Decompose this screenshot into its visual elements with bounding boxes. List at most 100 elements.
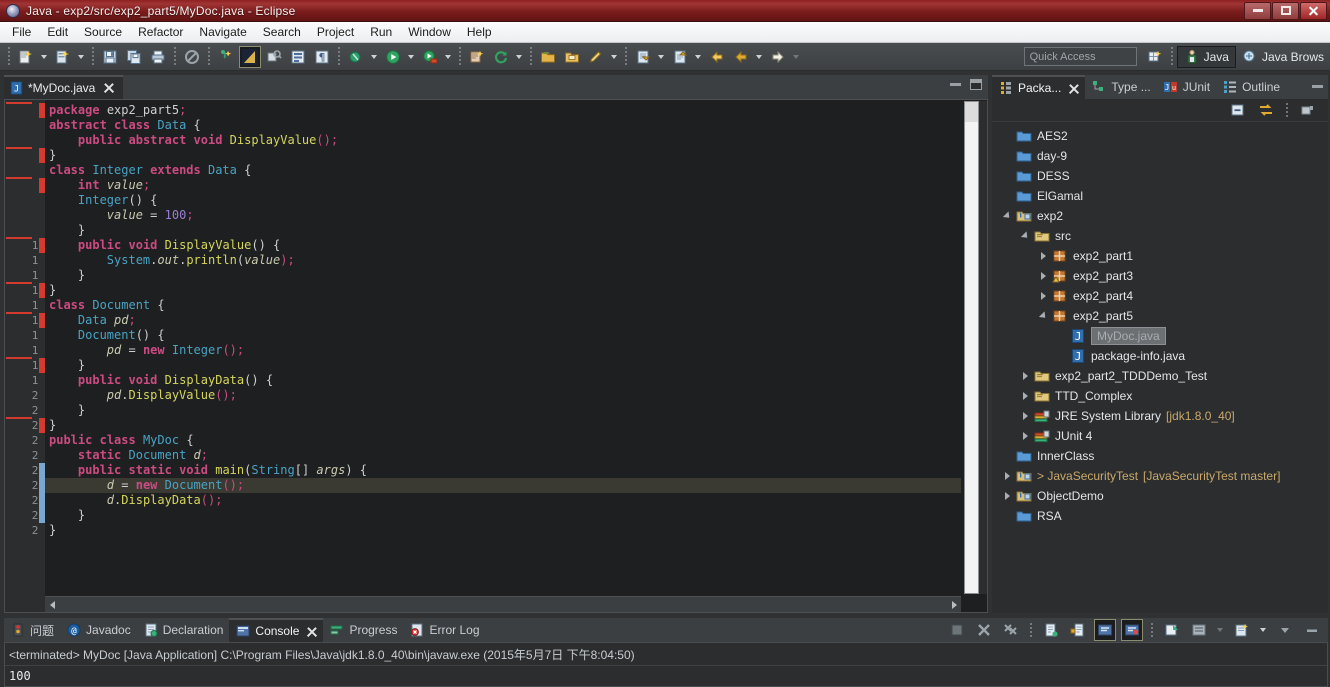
open-task-icon[interactable]: [537, 46, 559, 68]
link-with-editor-icon[interactable]: [1255, 99, 1277, 121]
code-line[interactable]: System.out.println(value);: [45, 253, 961, 268]
code-line[interactable]: Document() {: [45, 328, 961, 343]
expander-icon[interactable]: [1002, 490, 1015, 503]
scroll-left-icon[interactable]: [45, 598, 59, 612]
new-wizard-icon[interactable]: [15, 46, 37, 68]
collapse-all-icon[interactable]: [1227, 99, 1249, 121]
code-line[interactable]: d = new Document();: [45, 478, 961, 493]
expander-icon[interactable]: [1020, 230, 1033, 243]
menu-item-file[interactable]: File: [4, 23, 39, 41]
skip-breakpoints-dropdown-icon[interactable]: [368, 46, 379, 68]
tab-type-hierarchy[interactable]: Type ...: [1085, 75, 1156, 99]
expander-icon[interactable]: [1038, 270, 1051, 283]
run-icon[interactable]: [382, 46, 404, 68]
previous-annotation-dropdown-icon[interactable]: [692, 46, 703, 68]
minimize-icon[interactable]: [1301, 619, 1323, 641]
code-line[interactable]: package exp2_part5;: [45, 103, 961, 118]
editor-vertical-scroll-thumb[interactable]: [965, 102, 978, 122]
tree-item[interactable]: Jpackage-info.java: [992, 346, 1328, 366]
clear-console-icon[interactable]: [1040, 619, 1062, 641]
tree-item[interactable]: day-9: [992, 146, 1328, 166]
code-line[interactable]: }: [45, 148, 961, 163]
code-line[interactable]: static Document d;: [45, 448, 961, 463]
menu-item-help[interactable]: Help: [459, 23, 500, 41]
tree-item[interactable]: JRE System Library [jdk1.8.0_40]: [992, 406, 1328, 426]
expander-icon[interactable]: [1038, 310, 1051, 323]
menu-item-search[interactable]: Search: [255, 23, 309, 41]
expander-icon[interactable]: [1002, 470, 1015, 483]
edit-pencil-dropdown-icon[interactable]: [608, 46, 619, 68]
save-all-icon[interactable]: [123, 46, 145, 68]
display-selected-console-dropdown-icon[interactable]: [1214, 619, 1225, 641]
remove-all-terminated-icon[interactable]: [1000, 619, 1022, 641]
maximize-icon[interactable]: [970, 79, 982, 90]
editor-horizontal-scroll-track[interactable]: [59, 598, 947, 612]
code-line[interactable]: }: [45, 283, 961, 298]
expander-icon[interactable]: [1020, 430, 1033, 443]
code-line[interactable]: class Integer extends Data {: [45, 163, 961, 178]
tree-item[interactable]: TTD_Complex: [992, 386, 1328, 406]
tab-progress[interactable]: Progress: [323, 618, 403, 642]
project-tree[interactable]: AES2 day-9 DESS ElGamal exp2 src exp2_part1 exp…: [992, 122, 1328, 613]
code-line[interactable]: value = 100;: [45, 208, 961, 223]
refresh-dropdown-icon[interactable]: [513, 46, 524, 68]
tab-problems[interactable]: 问题: [4, 618, 60, 642]
new-junit-test-icon[interactable]: [466, 46, 488, 68]
minimize-icon[interactable]: [950, 83, 961, 86]
tree-item[interactable]: ElGamal: [992, 186, 1328, 206]
expander-icon[interactable]: [1038, 250, 1051, 263]
menu-item-navigate[interactable]: Navigate: [191, 23, 254, 41]
code-line[interactable]: abstract class Data {: [45, 118, 961, 133]
menu-item-refactor[interactable]: Refactor: [130, 23, 191, 41]
close-icon[interactable]: [306, 626, 317, 637]
scroll-lock-icon[interactable]: [1067, 619, 1089, 641]
code-line[interactable]: class Document {: [45, 298, 961, 313]
code-line[interactable]: pd = new Integer();: [45, 343, 961, 358]
window-maximize-button[interactable]: [1272, 1, 1299, 20]
code-line[interactable]: d.DisplayData();: [45, 493, 961, 508]
tree-item[interactable]: exp2_part4: [992, 286, 1328, 306]
tree-item[interactable]: > JavaSecurityTest [JavaSecurityTest mast…: [992, 466, 1328, 486]
tree-item[interactable]: J MyDoc.java: [992, 326, 1328, 346]
tab-outline[interactable]: Outline: [1216, 75, 1286, 99]
pin-console-icon[interactable]: [1161, 619, 1183, 641]
code-line[interactable]: public abstract void DisplayValue();: [45, 133, 961, 148]
expander-icon[interactable]: [1038, 290, 1051, 303]
print-icon[interactable]: [147, 46, 169, 68]
terminate-all-icon[interactable]: [946, 619, 968, 641]
close-icon[interactable]: [103, 82, 115, 94]
code-line[interactable]: public void DisplayData() {: [45, 373, 961, 388]
tree-item[interactable]: JUnit 4: [992, 426, 1328, 446]
tree-item[interactable]: RSA: [992, 506, 1328, 526]
console-body[interactable]: <terminated> MyDoc [Java Application] C:…: [4, 642, 1328, 687]
search-class-icon[interactable]: [263, 46, 285, 68]
window-close-button[interactable]: [1300, 1, 1327, 20]
code-line[interactable]: }: [45, 358, 961, 373]
close-icon[interactable]: [1068, 83, 1079, 94]
previous-annotation-icon[interactable]: [669, 46, 691, 68]
tree-item[interactable]: InnerClass: [992, 446, 1328, 466]
minimize-icon[interactable]: [1312, 85, 1323, 88]
tab-package-explorer[interactable]: Packa...: [992, 75, 1086, 99]
forward-history-dropdown-icon[interactable]: [790, 46, 801, 68]
scroll-right-icon[interactable]: [947, 598, 961, 612]
back-arrow-icon[interactable]: [706, 46, 728, 68]
menu-item-edit[interactable]: Edit: [39, 23, 76, 41]
open-folder-icon[interactable]: [561, 46, 583, 68]
code-line[interactable]: }: [45, 523, 961, 538]
show-console-on-output-icon[interactable]: [1094, 619, 1116, 641]
run-last-tool-icon[interactable]: [419, 46, 441, 68]
refresh-icon[interactable]: [490, 46, 512, 68]
code-text-area[interactable]: package exp2_part5; abstract class Data {…: [45, 100, 961, 595]
new-wizard-dropdown-icon[interactable]: [38, 46, 49, 68]
perspective-tab-java-browsing[interactable]: Java Brows: [1236, 46, 1330, 68]
expander-icon[interactable]: [1020, 370, 1033, 383]
expander-icon[interactable]: [1020, 410, 1033, 423]
tab-declaration[interactable]: Declaration: [137, 618, 230, 642]
open-console-icon[interactable]: [1231, 619, 1253, 641]
expander-icon[interactable]: [1020, 390, 1033, 403]
run-dropdown-icon[interactable]: [405, 46, 416, 68]
run-last-tool-dropdown-icon[interactable]: [442, 46, 453, 68]
save-icon[interactable]: [99, 46, 121, 68]
menu-item-run[interactable]: Run: [362, 23, 400, 41]
